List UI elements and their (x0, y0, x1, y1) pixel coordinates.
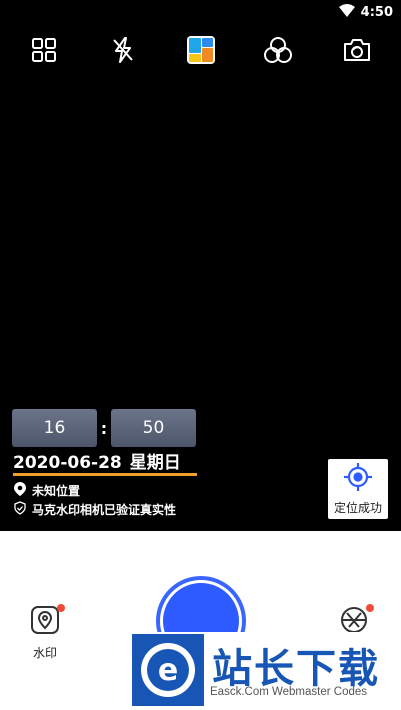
watermark-button[interactable]: 水印 (29, 604, 65, 661)
site-logo-icon: e (132, 634, 204, 706)
status-right: 4:50 (338, 4, 393, 21)
notification-dot (366, 604, 374, 612)
banner-subtitle: Easck.Com Webmaster Codes (210, 686, 368, 698)
status-time: 4:50 (360, 5, 393, 20)
watermark-hour: 16 (12, 409, 97, 447)
flash-off-icon[interactable] (107, 34, 139, 66)
watermark-weekday: 星期日 (129, 453, 181, 473)
watermark-button-label: 水印 (32, 646, 57, 660)
watermark-pin-icon (30, 605, 60, 639)
crosshair-icon (344, 462, 372, 495)
watermark-date-line: 2020-06-28 星期日 (13, 448, 181, 473)
notification-dot (57, 604, 65, 612)
shield-check-icon (14, 501, 26, 518)
watermark-minute: 50 (111, 409, 196, 447)
filter-icon[interactable] (262, 34, 294, 66)
watermark-time[interactable]: 16 : 50 (12, 409, 196, 447)
grid-icon[interactable] (28, 34, 60, 66)
watermark-icon-wrap (29, 604, 65, 639)
verify-text: 马克水印相机已验证真实性 (32, 503, 177, 517)
wifi-icon (338, 4, 355, 21)
switch-camera-icon[interactable] (341, 34, 373, 66)
watermark-colon: : (100, 418, 108, 438)
location-button[interactable]: 定位成功 (328, 459, 388, 519)
location-pin-icon (14, 482, 26, 499)
status-bar: 4:50 (0, 0, 401, 24)
watermark-date: 2020-06-28 (13, 453, 122, 473)
watermark-divider (13, 473, 197, 476)
svg-text:e: e (158, 653, 178, 688)
location-text: 未知位置 (32, 484, 81, 498)
watermark-location: 未知位置 (14, 482, 80, 499)
watermark-verify: 马克水印相机已验证真实性 (14, 501, 176, 518)
camera-toolbar (0, 34, 401, 66)
location-button-label: 定位成功 (333, 500, 382, 515)
template-icon[interactable] (185, 34, 217, 66)
site-banner: e 站长下载 Easck.Com Webmaster Codes (130, 632, 401, 708)
